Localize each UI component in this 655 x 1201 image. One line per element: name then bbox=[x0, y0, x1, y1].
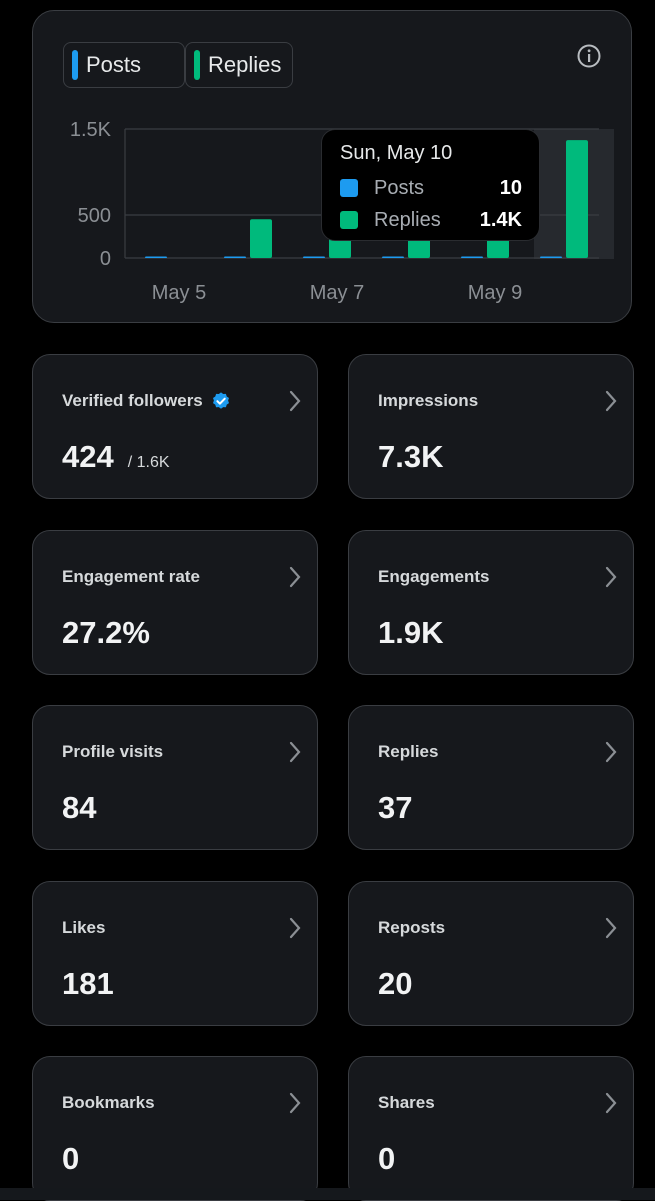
tooltip-posts-label: Posts bbox=[374, 176, 425, 199]
tooltip-posts-swatch-icon bbox=[340, 179, 358, 197]
posts-bar bbox=[540, 256, 562, 258]
metric-label: Verified followers bbox=[62, 391, 231, 411]
y-tick-label: 0 bbox=[100, 248, 111, 270]
metric-label: Shares bbox=[378, 1093, 435, 1112]
metric-card-likes[interactable]: Likes 181 bbox=[32, 881, 318, 1026]
metric-value: 20 bbox=[378, 966, 413, 1001]
metric-card-reposts[interactable]: Reposts 20 bbox=[348, 881, 634, 1026]
tooltip-posts-row: Posts 10 bbox=[340, 176, 522, 200]
chevron-right-icon bbox=[605, 1092, 617, 1114]
metric-sub-value: / 1.6K bbox=[127, 454, 170, 471]
metric-card-replies[interactable]: Replies 37 bbox=[348, 705, 634, 850]
chevron-right-icon bbox=[289, 917, 301, 939]
chevron-right-icon bbox=[289, 741, 301, 763]
chevron-right-icon bbox=[605, 917, 617, 939]
tooltip-date: Sun, May 10 bbox=[340, 142, 453, 164]
metric-value: 7.3K bbox=[378, 439, 444, 474]
x-tick-label: May 9 bbox=[468, 282, 522, 304]
replies-bar bbox=[250, 219, 272, 258]
posts-bar bbox=[224, 256, 246, 258]
tooltip-replies-value: 1.4K bbox=[479, 208, 522, 231]
metric-value: 424 / 1.6K bbox=[62, 439, 170, 475]
posts-bar bbox=[303, 256, 325, 258]
metric-label: Replies bbox=[378, 742, 439, 761]
tooltip-posts-value: 10 bbox=[499, 176, 522, 199]
posts-bar bbox=[461, 256, 483, 258]
y-tick-label: 1.5K bbox=[70, 119, 112, 141]
analytics-chart-card: Posts Replies 1.5K 500 0 May 5 May 7 May 9 Su… bbox=[32, 10, 632, 323]
metric-value-text: 424 bbox=[62, 439, 114, 474]
metric-label: Reposts bbox=[378, 918, 446, 937]
tooltip-replies-swatch-icon bbox=[340, 211, 358, 229]
tooltip-replies-label: Replies bbox=[374, 208, 441, 231]
chevron-right-icon bbox=[605, 390, 617, 412]
metric-card-engagements[interactable]: Engagements 1.9K bbox=[348, 530, 634, 675]
metric-card-bookmarks[interactable]: Bookmarks 0 bbox=[32, 1056, 318, 1201]
replies-bar bbox=[566, 140, 588, 258]
metric-value: 0 bbox=[378, 1141, 396, 1176]
x-tick-label: May 7 bbox=[310, 282, 364, 304]
metric-value: 181 bbox=[62, 966, 114, 1001]
metric-label: Profile visits bbox=[62, 742, 164, 761]
x-tick-label: May 5 bbox=[152, 282, 206, 304]
metric-value: 0 bbox=[62, 1141, 80, 1176]
metric-value: 37 bbox=[378, 790, 413, 825]
metric-card-verified-followers[interactable]: Verified followers 424 / 1.6K bbox=[32, 354, 318, 499]
tooltip-replies-row: Replies 1.4K bbox=[340, 208, 522, 232]
metric-card-profile-visits[interactable]: Profile visits 84 bbox=[32, 705, 318, 850]
metric-value: 27.2% bbox=[62, 615, 150, 650]
metric-card-engagement-rate[interactable]: Engagement rate 27.2% bbox=[32, 530, 318, 675]
metric-value: 1.9K bbox=[378, 615, 444, 650]
metric-label: Bookmarks bbox=[62, 1093, 155, 1112]
metric-label: Engagement rate bbox=[62, 567, 200, 586]
posts-bar bbox=[145, 256, 167, 258]
metric-label: Impressions bbox=[378, 391, 479, 410]
posts-bar bbox=[382, 256, 404, 258]
verified-badge-icon bbox=[212, 392, 229, 409]
chevron-right-icon bbox=[289, 1092, 301, 1114]
metric-label-text: Verified followers bbox=[62, 391, 203, 410]
metric-label: Likes bbox=[62, 918, 106, 937]
chart-tooltip: Sun, May 10 Posts 10 Replies 1.4K bbox=[321, 129, 540, 241]
y-tick-label: 500 bbox=[78, 205, 111, 227]
bottom-strip bbox=[0, 1188, 655, 1200]
metric-card-shares[interactable]: Shares 0 bbox=[348, 1056, 634, 1201]
chevron-right-icon bbox=[605, 741, 617, 763]
metric-card-impressions[interactable]: Impressions 7.3K bbox=[348, 354, 634, 499]
metric-value: 84 bbox=[62, 790, 97, 825]
metric-label: Engagements bbox=[378, 567, 490, 586]
chevron-right-icon bbox=[289, 566, 301, 588]
chevron-right-icon bbox=[289, 390, 301, 412]
chevron-right-icon bbox=[605, 566, 617, 588]
